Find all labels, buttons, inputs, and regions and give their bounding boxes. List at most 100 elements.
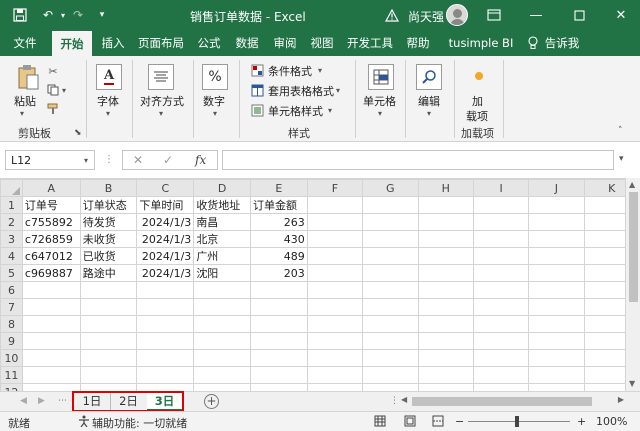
cell[interactable]: 下单时间: [136, 196, 195, 214]
worksheet-grid[interactable]: A B C D E F G H I J K 1 订单号 订单状态 下单时间 收货地址 订单…: [0, 178, 640, 391]
cell[interactable]: 2024/1/3: [136, 230, 195, 248]
cell[interactable]: [79, 383, 138, 391]
zoom-level[interactable]: 100%: [596, 415, 627, 428]
save-icon[interactable]: [12, 7, 28, 23]
column-header[interactable]: H: [417, 179, 474, 197]
alignment-dropdown-icon[interactable]: ▾: [159, 109, 163, 118]
cell[interactable]: [306, 196, 364, 214]
cell[interactable]: 订单状态: [79, 196, 138, 214]
minimize-icon[interactable]: —: [518, 2, 554, 28]
paste-dropdown-icon[interactable]: ▾: [20, 109, 24, 118]
cell[interactable]: c647012: [21, 247, 81, 265]
prev-sheet-icon[interactable]: ◀: [20, 396, 27, 406]
cell[interactable]: [306, 281, 364, 299]
cell[interactable]: [79, 349, 138, 367]
column-header[interactable]: D: [193, 179, 252, 197]
cell[interactable]: [306, 332, 364, 350]
tab-data[interactable]: 数据: [230, 31, 264, 56]
page-break-view-icon[interactable]: [432, 415, 444, 430]
formula-bar-splitter[interactable]: ⋮: [104, 154, 114, 165]
zoom-slider[interactable]: [468, 421, 570, 422]
close-icon[interactable]: ✕: [603, 2, 639, 28]
tab-insert[interactable]: 插入: [96, 31, 130, 56]
avatar[interactable]: [446, 4, 468, 26]
cell[interactable]: [362, 298, 419, 316]
cut-icon[interactable]: ✂: [46, 64, 60, 78]
cell[interactable]: [21, 332, 81, 350]
cell[interactable]: [417, 332, 474, 350]
cell[interactable]: [250, 281, 308, 299]
collapse-ribbon-icon[interactable]: ˄: [618, 126, 623, 136]
scroll-thumb[interactable]: [412, 397, 592, 406]
cell[interactable]: c726859: [21, 230, 81, 248]
normal-view-icon[interactable]: [374, 415, 386, 430]
cell[interactable]: [472, 366, 530, 384]
cell[interactable]: [193, 315, 252, 333]
cell[interactable]: [193, 332, 252, 350]
select-all-corner[interactable]: [0, 179, 23, 197]
cell[interactable]: [136, 332, 195, 350]
cell[interactable]: [417, 196, 474, 214]
row-header[interactable]: 6: [0, 281, 23, 299]
cell[interactable]: [306, 366, 364, 384]
cell[interactable]: c969887: [21, 264, 81, 282]
cell[interactable]: [472, 298, 530, 316]
cell[interactable]: [472, 315, 530, 333]
insert-function-icon[interactable]: fx: [195, 153, 206, 167]
column-header[interactable]: B: [79, 179, 138, 197]
cell[interactable]: [306, 247, 364, 265]
sheet-more-icon[interactable]: ⋯: [58, 396, 67, 406]
cell[interactable]: [472, 383, 530, 391]
redo-icon[interactable]: ↷: [70, 7, 86, 23]
column-header[interactable]: A: [21, 179, 81, 197]
tab-tusimple-bi[interactable]: tusimple BI: [441, 31, 521, 56]
cell[interactable]: [21, 281, 81, 299]
name-box-dropdown-icon[interactable]: ▾: [84, 156, 88, 165]
cell[interactable]: [306, 213, 364, 231]
cell[interactable]: [362, 264, 419, 282]
cell[interactable]: [417, 349, 474, 367]
font-dropdown-icon[interactable]: ▾: [106, 109, 110, 118]
cell[interactable]: [362, 383, 419, 391]
cell[interactable]: [362, 196, 419, 214]
cell[interactable]: 收货地址: [193, 196, 252, 214]
cell[interactable]: [306, 315, 364, 333]
cell[interactable]: 广州: [193, 247, 252, 265]
cell[interactable]: 沈阳: [193, 264, 252, 282]
cell[interactable]: [472, 247, 530, 265]
cell[interactable]: [472, 264, 530, 282]
maximize-icon[interactable]: [561, 2, 597, 28]
cell[interactable]: [472, 332, 530, 350]
cell[interactable]: [21, 315, 81, 333]
cell[interactable]: [193, 349, 252, 367]
scroll-left-icon[interactable]: ◀: [401, 395, 407, 404]
cell[interactable]: [21, 298, 81, 316]
cell[interactable]: [250, 383, 308, 391]
scroll-right-icon[interactable]: ▶: [618, 395, 624, 404]
copy-dropdown-icon[interactable]: ▾: [62, 86, 66, 95]
scroll-thumb[interactable]: [629, 192, 638, 302]
next-sheet-icon[interactable]: ▶: [38, 396, 45, 406]
cells-dropdown-icon[interactable]: ▾: [378, 109, 382, 118]
warning-icon[interactable]: [384, 7, 400, 23]
tab-file[interactable]: 文件: [4, 31, 46, 56]
cell[interactable]: [528, 213, 585, 231]
cell[interactable]: 待发货: [79, 213, 138, 231]
cell[interactable]: [79, 366, 138, 384]
cell[interactable]: [306, 230, 364, 248]
cell[interactable]: [21, 366, 81, 384]
row-header[interactable]: 9: [0, 332, 23, 350]
cell[interactable]: [417, 213, 474, 231]
tab-formulas[interactable]: 公式: [192, 31, 226, 56]
row-header[interactable]: 12: [0, 383, 23, 391]
user-name[interactable]: 尚天强: [408, 8, 444, 25]
page-layout-view-icon[interactable]: [404, 415, 416, 430]
cell[interactable]: [417, 383, 474, 391]
name-box[interactable]: L12: [5, 150, 95, 170]
cell[interactable]: [136, 366, 195, 384]
tab-developer[interactable]: 开发工具: [343, 31, 397, 56]
tab-page-layout[interactable]: 页面布局: [134, 31, 188, 56]
cell[interactable]: [362, 349, 419, 367]
scroll-up-icon[interactable]: ▲: [629, 180, 635, 189]
number-dropdown-icon[interactable]: ▾: [213, 109, 217, 118]
